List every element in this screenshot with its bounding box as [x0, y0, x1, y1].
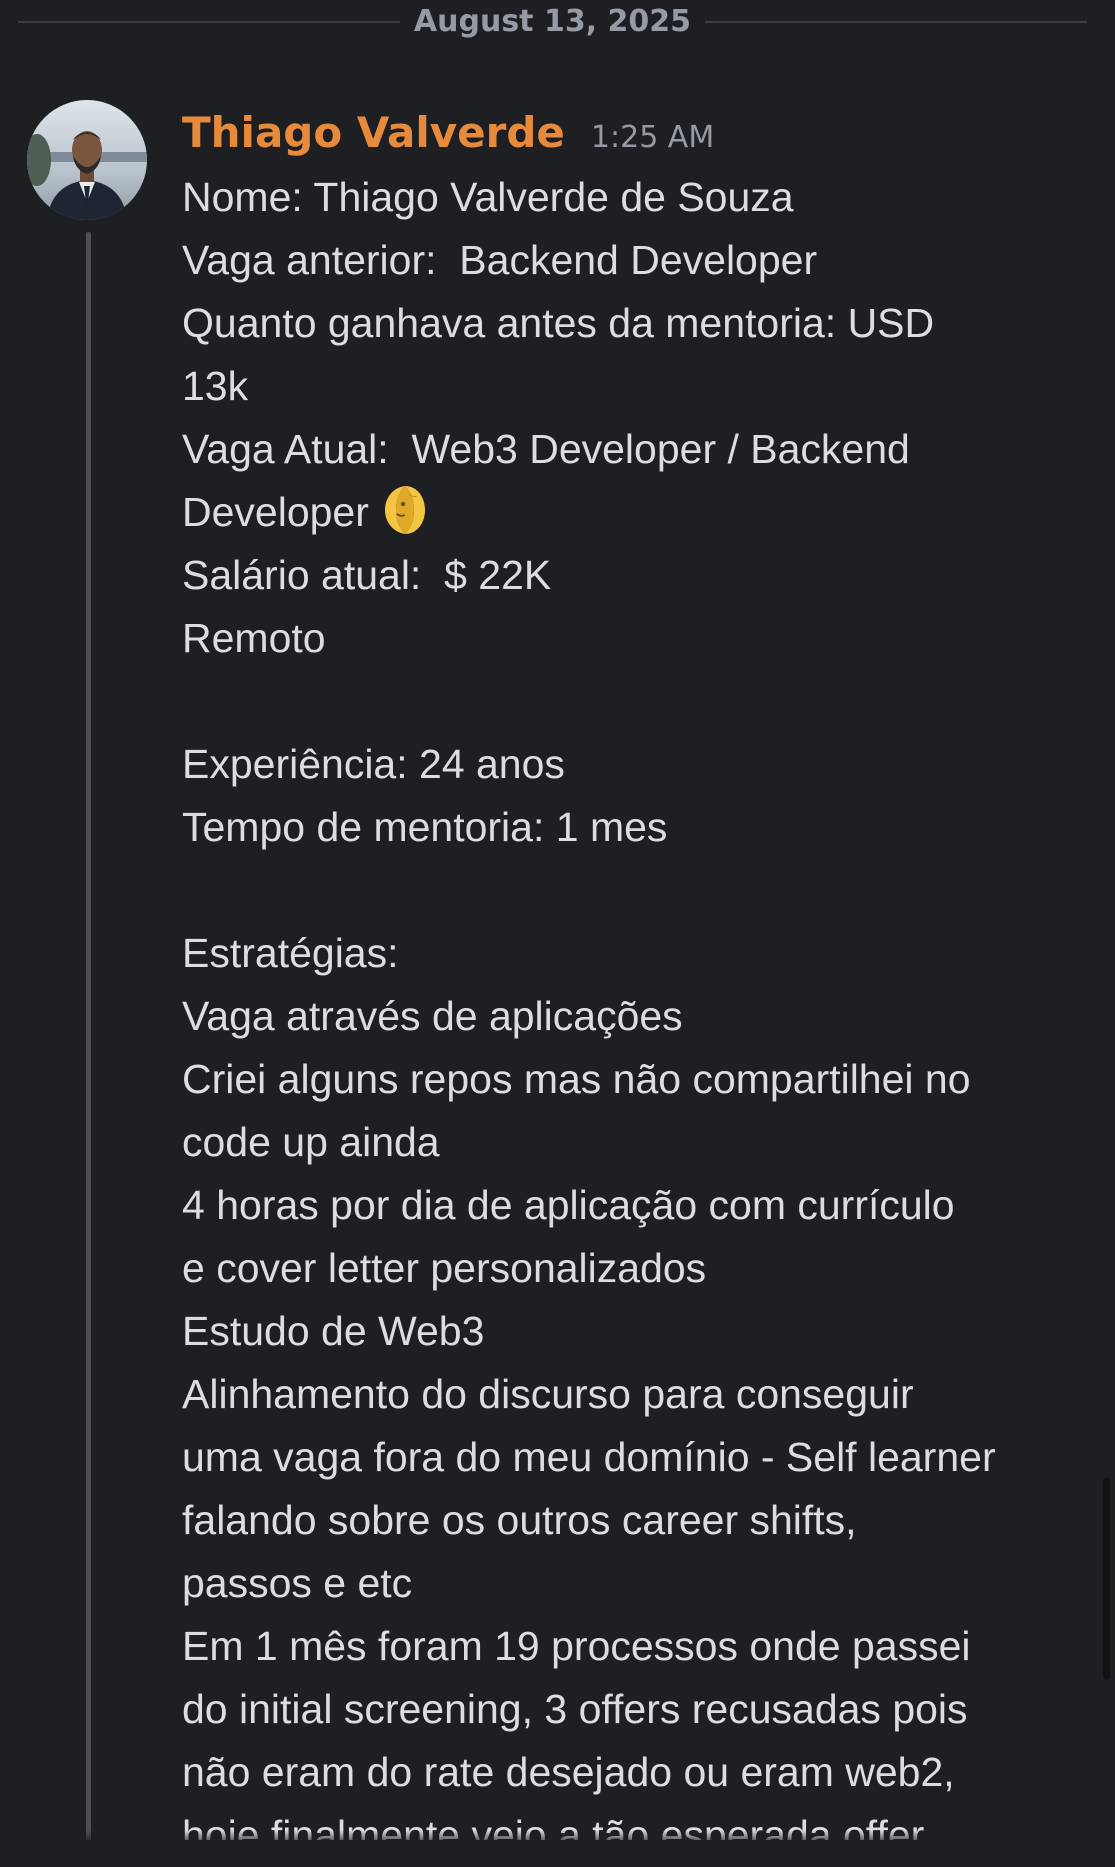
message-body: Nome: Thiago Valverde de Souza Vaga ante… — [182, 166, 1082, 1867]
last-quarter-moon-face-icon — [384, 486, 425, 534]
avatar[interactable] — [27, 100, 147, 220]
message-line-text: Quanto ganhava antes da mentoria: USD — [182, 300, 935, 346]
divider-line-right — [705, 21, 1087, 23]
message-line-text: Em 1 mês foram 19 processos onde passei — [182, 1623, 971, 1669]
message-line: Experiência: 24 anos — [182, 733, 1082, 796]
message-line: Remoto — [182, 607, 1082, 670]
message-line-text: Nome: Thiago Valverde de Souza — [182, 174, 794, 220]
message-timestamp[interactable]: 1:25 AM — [591, 120, 714, 155]
reply-thread-line — [86, 232, 91, 1858]
message-line: Salário atual: $ 22K — [182, 544, 1082, 607]
message-line-text: passos e etc — [182, 1560, 413, 1606]
message-line: Tempo de mentoria: 1 mes — [182, 796, 1082, 859]
message-line: uma vaga fora do meu domínio - Self lear… — [182, 1426, 1082, 1489]
message-line: 13k — [182, 355, 1082, 418]
message-line: Vaga Atual: Web3 Developer / Backend — [182, 418, 1082, 481]
message-line-text: não eram do rate desejado ou eram web2, — [182, 1749, 955, 1795]
message-line-text: Developer — [182, 489, 369, 535]
message-line-text: Vaga anterior: Backend Developer — [182, 237, 818, 283]
message-line-text: uma vaga fora do meu domínio - Self lear… — [182, 1434, 996, 1480]
message-line-text: Experiência: 24 anos — [182, 741, 565, 787]
date-divider: August 13, 2025 — [18, 0, 1087, 44]
message-line-text: Estudo de Web3 — [182, 1308, 485, 1354]
message-line: 4 horas por dia de aplicação com currícu… — [182, 1174, 1082, 1237]
message-line: Criei alguns repos mas não compartilhei … — [182, 1048, 1082, 1111]
message-line-text: falando sobre os outros career shifts, — [182, 1497, 857, 1543]
message-line: do initial screening, 3 offers recusadas… — [182, 1678, 1082, 1741]
message-line-text: Vaga Atual: Web3 Developer / Backend — [182, 426, 910, 472]
message-line: falando sobre os outros career shifts, — [182, 1489, 1082, 1552]
message-line: e cover letter personalizados — [182, 1237, 1082, 1300]
message-line: Estudo de Web3 — [182, 1300, 1082, 1363]
message-line: Vaga através de aplicações — [182, 985, 1082, 1048]
message-line-text: Alinhamento do discurso para conseguir — [182, 1371, 914, 1417]
message-line-text: code up ainda — [182, 1119, 440, 1165]
message-line-text: Salário atual: $ 22K — [182, 552, 552, 598]
message-line: code up ainda — [182, 1111, 1082, 1174]
avatar-photo-icon — [27, 100, 147, 220]
scrollbar-thumb[interactable] — [1103, 1478, 1110, 1680]
message-line-text: Tempo de mentoria: 1 mes — [182, 804, 668, 850]
message-line: Alinhamento do discurso para conseguir — [182, 1363, 1082, 1426]
message-line: Nome: Thiago Valverde de Souza — [182, 166, 1082, 229]
message-line: Vaga anterior: Backend Developer — [182, 229, 1082, 292]
bottom-bar — [0, 1840, 1115, 1858]
message-line-text: 13k — [182, 363, 249, 409]
message-line: não eram do rate desejado ou eram web2, — [182, 1741, 1082, 1804]
message-line-text: Remoto — [182, 615, 326, 661]
message-line-text: do initial screening, 3 offers recusadas… — [182, 1686, 968, 1732]
message-line-text: Criei alguns repos mas não compartilhei … — [182, 1056, 971, 1102]
message-line: Em 1 mês foram 19 processos onde passei — [182, 1615, 1082, 1678]
author-name[interactable]: Thiago Valverde — [182, 108, 565, 157]
message-line — [182, 670, 1082, 733]
message-line-text: Vaga através de aplicações — [182, 993, 683, 1039]
message-line: Developer — [182, 481, 1082, 544]
message-line: Estratégias: — [182, 922, 1082, 985]
message-line: Quanto ganhava antes da mentoria: USD — [182, 292, 1082, 355]
message-line — [182, 859, 1082, 922]
message-line-text: Estratégias: — [182, 930, 399, 976]
message-line: passos e etc — [182, 1552, 1082, 1615]
message-header: Thiago Valverde 1:25 AM — [182, 108, 714, 164]
message-line-text: 4 horas por dia de aplicação com currícu… — [182, 1182, 955, 1228]
message-line-text: e cover letter personalizados — [182, 1245, 707, 1291]
